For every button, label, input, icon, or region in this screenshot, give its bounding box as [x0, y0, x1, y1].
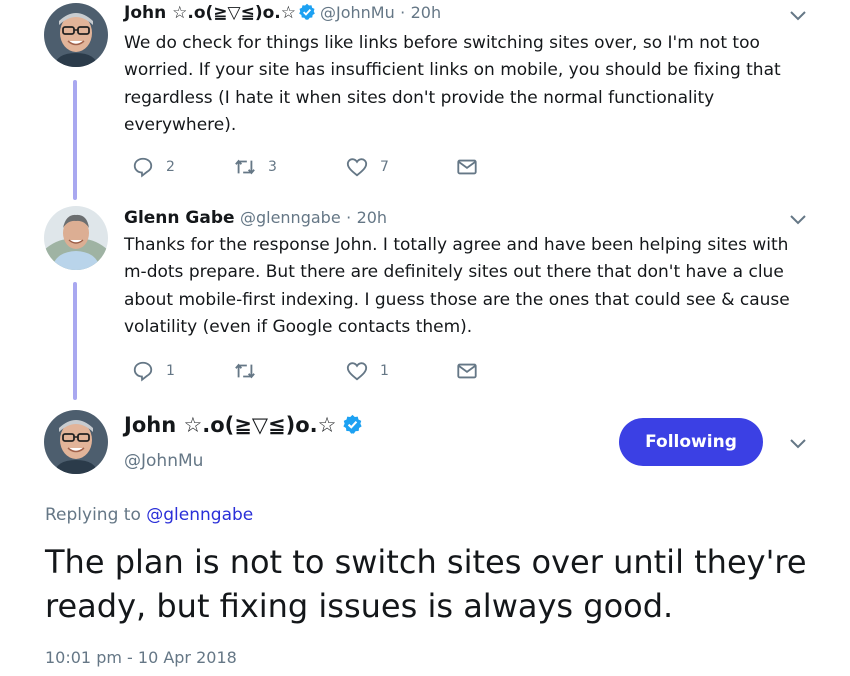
- reply-count: 1: [166, 363, 175, 379]
- replying-to-prefix: Replying to: [45, 505, 147, 525]
- direct-message-icon: [457, 159, 477, 175]
- reply-icon: [133, 361, 153, 382]
- main-tweet-text: The plan is not to switch sites over unt…: [45, 543, 807, 625]
- chevron-down-icon[interactable]: [788, 437, 808, 451]
- retweet-button[interactable]: [234, 360, 268, 382]
- like-icon: [346, 362, 368, 381]
- thread-connector-line: [73, 80, 77, 200]
- tweet-header: John ☆.o(≧▽≦)o.☆ @JohnMu · 20h: [124, 3, 441, 23]
- verified-badge-icon: [299, 3, 315, 20]
- chevron-down-icon[interactable]: [788, 213, 808, 227]
- direct-message-button[interactable]: [456, 156, 478, 178]
- like-button[interactable]: 1: [346, 360, 389, 382]
- avatar-glenn[interactable]: [44, 206, 108, 270]
- reply-button[interactable]: 1: [132, 360, 175, 382]
- tweet-time[interactable]: 20h: [411, 3, 442, 22]
- tweet-text: Thanks for the response John. I totally …: [124, 235, 790, 337]
- retweet-icon: [235, 159, 255, 175]
- replying-to-link[interactable]: @glenngabe: [146, 505, 253, 525]
- thread-connector-line: [73, 282, 77, 400]
- tweet-text: We do check for things like links before…: [124, 33, 781, 135]
- retweet-button[interactable]: 3: [234, 156, 277, 178]
- retweet-icon: [235, 363, 255, 379]
- avatar-john-main[interactable]: [44, 410, 108, 474]
- verified-badge-icon: [343, 414, 363, 434]
- main-author-name-row: John ☆.o(≧▽≦)o.☆: [124, 413, 367, 437]
- tweet-header: Glenn Gabe @glenngabe · 20h: [124, 208, 387, 228]
- separator-dot: ·: [346, 208, 352, 227]
- direct-message-button[interactable]: [456, 360, 478, 382]
- like-button[interactable]: 7: [346, 156, 389, 178]
- retweet-count: 3: [268, 159, 277, 175]
- reply-button[interactable]: 2: [132, 156, 175, 178]
- reply-icon: [133, 157, 153, 178]
- tweet-actions: 1 1: [124, 360, 484, 386]
- separator-dot: ·: [400, 3, 406, 22]
- author-handle[interactable]: @JohnMu: [320, 3, 395, 22]
- author-name[interactable]: John ☆.o(≧▽≦)o.☆: [124, 3, 296, 23]
- like-count: 7: [380, 159, 389, 175]
- main-author-handle[interactable]: @JohnMu: [124, 451, 203, 471]
- author-name[interactable]: Glenn Gabe: [124, 208, 235, 228]
- replying-to-line: Replying to @glenngabe: [45, 505, 253, 525]
- like-icon: [346, 158, 368, 177]
- avatar-john[interactable]: [44, 3, 108, 67]
- reply-count: 2: [166, 159, 175, 175]
- chevron-down-icon[interactable]: [788, 9, 808, 23]
- direct-message-icon: [457, 363, 477, 379]
- following-button[interactable]: Following: [619, 418, 763, 466]
- like-count: 1: [380, 363, 389, 379]
- author-handle[interactable]: @glenngabe: [240, 208, 341, 227]
- tweet-actions: 2 3 7: [124, 156, 484, 182]
- main-tweet-timestamp[interactable]: 10:01 pm - 10 Apr 2018: [45, 648, 237, 667]
- tweet-time[interactable]: 20h: [357, 208, 388, 227]
- main-author-name[interactable]: John ☆.o(≧▽≦)o.☆: [124, 413, 336, 437]
